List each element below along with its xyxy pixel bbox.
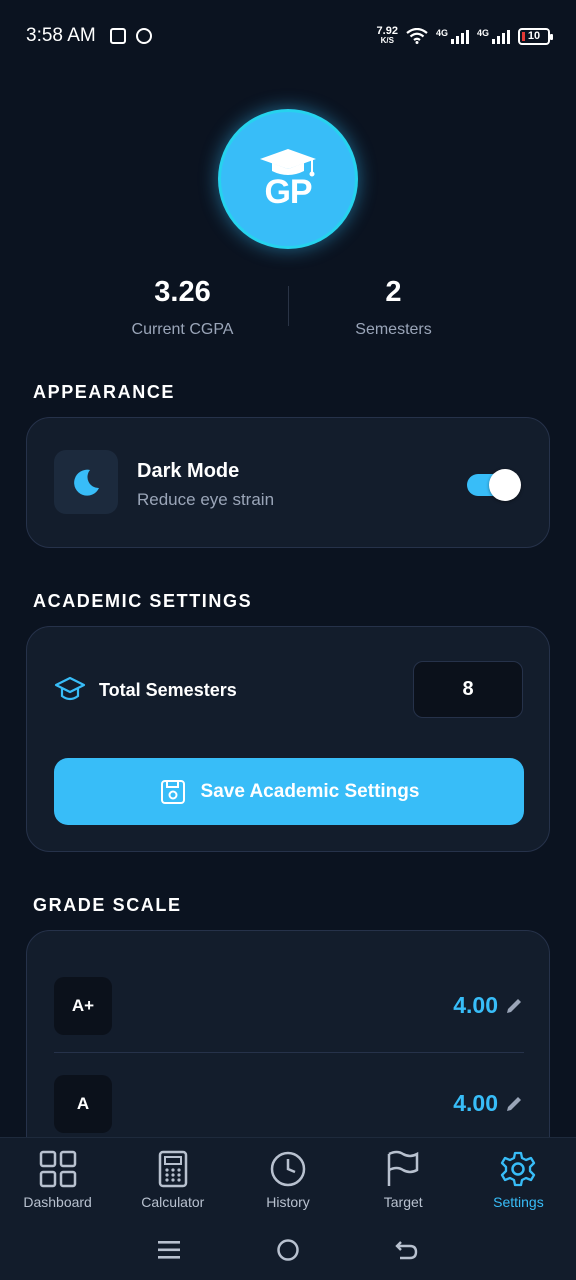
nav-dashboard[interactable]: Dashboard bbox=[0, 1138, 115, 1220]
app-logo: GP bbox=[221, 112, 355, 246]
calculator-icon bbox=[158, 1150, 188, 1188]
logo-text: GP bbox=[264, 172, 312, 211]
edit-pencil-icon[interactable] bbox=[504, 1094, 524, 1114]
grade-badge: A+ bbox=[54, 977, 112, 1035]
nav-target[interactable]: Target bbox=[346, 1138, 461, 1220]
appearance-card: Dark Mode Reduce eye strain bbox=[26, 417, 550, 548]
dark-mode-title: Dark Mode bbox=[137, 460, 240, 482]
grade-row: A 4.00 bbox=[54, 1075, 524, 1133]
nav-settings[interactable]: Settings bbox=[461, 1138, 576, 1220]
total-semesters-label: Total Semesters bbox=[99, 680, 237, 700]
dark-mode-subtitle: Reduce eye strain bbox=[137, 490, 275, 509]
grade-divider bbox=[54, 1052, 524, 1053]
back-icon[interactable] bbox=[394, 1238, 419, 1262]
nav-label: Target bbox=[383, 1194, 423, 1210]
semesters-value: 2 bbox=[385, 276, 402, 308]
bottom-navigation: Dashboard Calculator History Target Sett… bbox=[0, 1137, 576, 1220]
total-semesters-input[interactable] bbox=[413, 661, 523, 718]
graduation-cap-icon bbox=[54, 676, 86, 701]
save-button-label: Save Academic Settings bbox=[200, 780, 420, 802]
clock-icon bbox=[270, 1151, 306, 1187]
battery-icon: 10 bbox=[518, 27, 553, 45]
nav-label: Calculator bbox=[141, 1194, 205, 1210]
academic-section-title: ACADEMIC SETTINGS bbox=[33, 591, 253, 611]
cgpa-label: Current CGPA bbox=[131, 321, 234, 338]
nav-label: Settings bbox=[493, 1194, 544, 1210]
dark-mode-toggle[interactable] bbox=[467, 469, 521, 501]
appearance-section-title: APPEARANCE bbox=[33, 382, 176, 402]
net-speed: 7.92 K/S bbox=[376, 25, 398, 46]
flag-icon bbox=[387, 1150, 419, 1186]
menu-icon[interactable] bbox=[157, 1239, 181, 1261]
grid-icon bbox=[39, 1150, 76, 1188]
edit-pencil-icon[interactable] bbox=[504, 996, 524, 1016]
shopping-bag-icon bbox=[109, 28, 126, 44]
status-bar: 3:58 AM 7.92 K/S 4G 4G 10 bbox=[0, 0, 576, 72]
signal-icon: 4G bbox=[436, 28, 469, 44]
stats-row: 3.26 Current CGPA 2 Semesters bbox=[0, 276, 576, 339]
nav-calculator[interactable]: Calculator bbox=[115, 1138, 230, 1220]
home-icon[interactable] bbox=[276, 1238, 300, 1262]
cgpa-stat: 3.26 Current CGPA bbox=[78, 276, 288, 339]
nav-history[interactable]: History bbox=[230, 1138, 345, 1220]
grade-badge: A bbox=[54, 1075, 112, 1133]
grade-value: 4.00 bbox=[453, 1090, 498, 1116]
gear-icon bbox=[501, 1151, 536, 1187]
nav-label: History bbox=[266, 1194, 310, 1210]
moon-icon-box bbox=[54, 450, 118, 514]
grade-scale-section-title: GRADE SCALE bbox=[33, 895, 182, 915]
semesters-label: Semesters bbox=[355, 321, 432, 338]
moon-icon bbox=[74, 469, 99, 496]
toggle-knob bbox=[489, 469, 521, 501]
system-navigation-bar bbox=[0, 1220, 576, 1280]
cgpa-value: 3.26 bbox=[154, 276, 211, 308]
save-icon bbox=[160, 779, 185, 804]
nav-label: Dashboard bbox=[23, 1194, 92, 1210]
chat-bubble-icon bbox=[135, 28, 152, 44]
save-academic-settings-button[interactable]: Save Academic Settings bbox=[54, 758, 524, 825]
status-time: 3:58 AM bbox=[26, 25, 96, 46]
signal-icon: 4G bbox=[477, 28, 510, 44]
grade-value: 4.00 bbox=[453, 992, 498, 1018]
academic-card: Total Semesters Save Academic Settings bbox=[26, 626, 550, 852]
wifi-icon bbox=[406, 28, 428, 44]
grade-row: A+ 4.00 bbox=[54, 977, 524, 1035]
semesters-stat: 2 Semesters bbox=[289, 276, 499, 339]
